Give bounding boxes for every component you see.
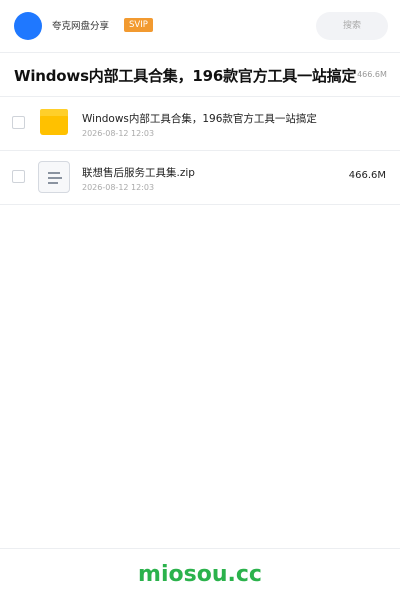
avatar[interactable] xyxy=(14,12,42,40)
username: 夸克网盘分享 xyxy=(52,21,110,32)
file-name[interactable]: Windows内部工具合集，196款官方工具一站搞定 xyxy=(82,111,317,126)
select-checkbox[interactable] xyxy=(12,116,25,129)
total-size: · 466.6M xyxy=(352,70,387,79)
page-title: Windows内部工具合集，196款官方工具一站搞定 xyxy=(14,67,357,85)
select-checkbox[interactable] xyxy=(12,170,25,183)
svip-badge: SVIP xyxy=(124,18,153,32)
divider xyxy=(0,548,400,549)
title-row: Windows内部工具合集，196款官方工具一站搞定 · 466.6M xyxy=(0,53,400,97)
file-date: 2026-08-12 12:03 xyxy=(82,183,155,192)
file-name[interactable]: 联想售后服务工具集.zip xyxy=(82,165,195,180)
search-button[interactable]: 搜索 xyxy=(316,12,388,40)
share-page: 夸克网盘分享 SVIP 搜索 Windows内部工具合集，196款官方工具一站搞… xyxy=(0,0,400,600)
header: 夸克网盘分享 SVIP 搜索 xyxy=(0,0,400,52)
folder-icon xyxy=(40,109,68,135)
file-date: 2026-08-12 12:03 xyxy=(82,129,155,138)
list-item[interactable]: 联想售后服务工具集.zip 2026-08-12 12:03 466.6M xyxy=(0,151,400,205)
brand-logo[interactable]: miosou.cc xyxy=(0,562,400,587)
file-size: 466.6M xyxy=(348,170,386,181)
list-item[interactable]: Windows内部工具合集，196款官方工具一站搞定 2026-08-12 12… xyxy=(0,97,400,151)
zip-file-icon xyxy=(38,161,70,193)
